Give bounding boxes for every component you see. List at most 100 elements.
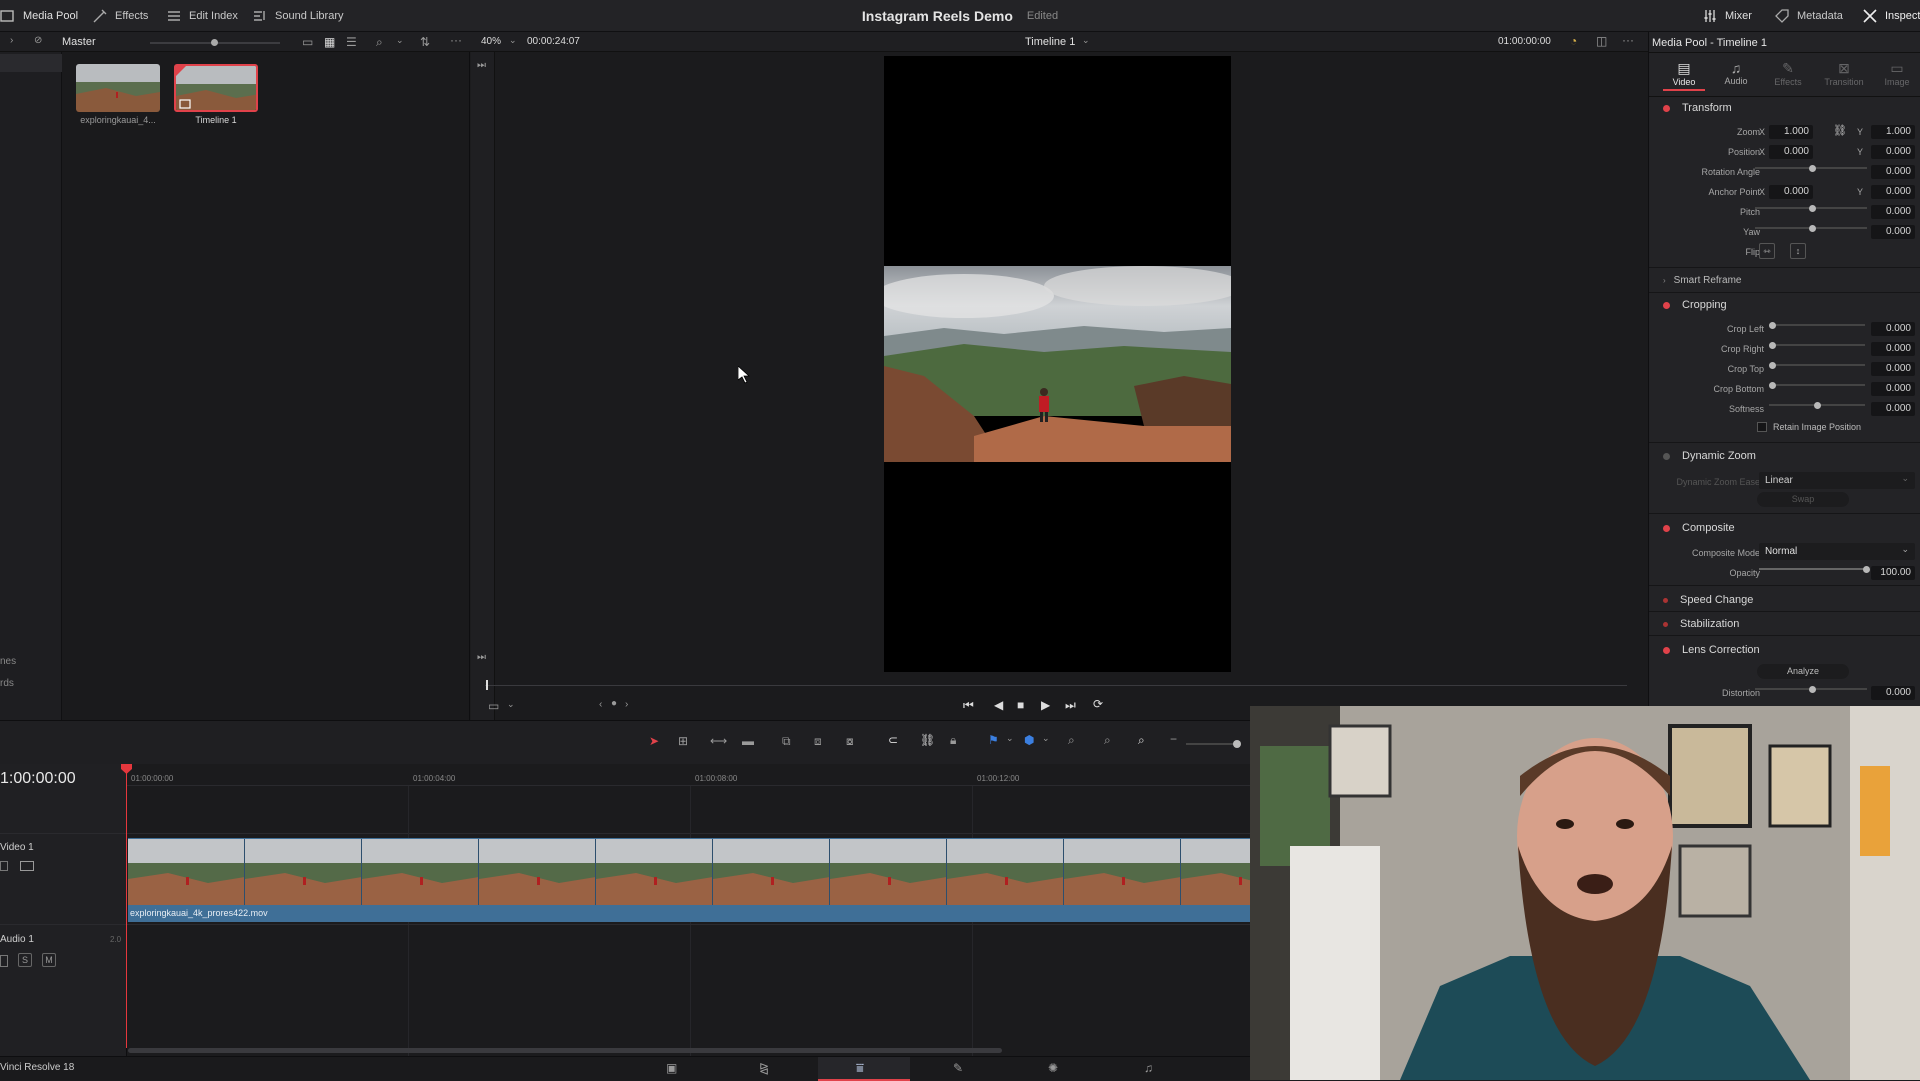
jump-to-end-icon[interactable]: ⏭ xyxy=(477,652,486,663)
solo-button[interactable]: S xyxy=(18,953,32,967)
transform-section[interactable]: Transform xyxy=(1649,96,1920,120)
timeline-selector[interactable]: Timeline 1 xyxy=(1025,36,1075,48)
flip-vertical-icon[interactable]: ↕ xyxy=(1790,243,1806,259)
composite-section[interactable]: Composite xyxy=(1649,516,1920,540)
zoom-detail-icon[interactable]: ⌕ xyxy=(1104,733,1111,748)
flag-icon[interactable]: ⚑ xyxy=(988,733,999,747)
stabilization-dot[interactable] xyxy=(1663,621,1668,627)
yaw-field[interactable]: 0.000 xyxy=(1871,225,1915,239)
edit-index-button[interactable]: Edit Index xyxy=(166,0,238,32)
video-clip[interactable]: exploringkauai_4k_prores422.mov xyxy=(128,838,1250,922)
timeline-chevron-icon[interactable]: ⌄ xyxy=(1082,35,1090,46)
trim-tool-icon[interactable]: ⊞ xyxy=(678,734,688,748)
linked-selection-icon[interactable]: ⛓ xyxy=(920,733,935,747)
insert-clip-icon[interactable]: ⧉ xyxy=(782,734,791,749)
distortion-field[interactable]: 0.000 xyxy=(1871,686,1915,700)
mute-button[interactable]: M xyxy=(42,953,56,967)
lens-correction-enable-dot[interactable] xyxy=(1663,646,1670,654)
zoom-x-field[interactable]: 1.000 xyxy=(1769,125,1813,139)
track-lock-icon[interactable] xyxy=(0,861,8,871)
viewer-more-icon[interactable]: ··· xyxy=(1622,33,1634,47)
selection-tool-icon[interactable]: ➤ xyxy=(649,734,659,748)
jump-to-start-icon[interactable]: ⏭ xyxy=(477,60,486,71)
crop-right-field[interactable]: 0.000 xyxy=(1871,342,1915,356)
opacity-field[interactable]: 100.00 xyxy=(1871,566,1915,580)
softness-slider[interactable] xyxy=(1769,395,1865,415)
chevron-right-icon[interactable]: › xyxy=(10,35,13,46)
marker-icon[interactable]: ⬢ xyxy=(1024,733,1034,747)
timeline-scrollbar[interactable] xyxy=(128,1048,1002,1053)
media-page-icon[interactable]: ▣ xyxy=(666,1061,677,1075)
timeline-thumbnail[interactable] xyxy=(174,64,258,112)
marker-chevron-icon[interactable]: ⌄ xyxy=(1042,733,1050,744)
edit-page-tab[interactable]: ⩸ xyxy=(818,1057,910,1081)
position-y-field[interactable]: 0.000 xyxy=(1871,145,1915,159)
loop-icon[interactable]: ⟳ xyxy=(1093,697,1103,711)
blade-tool-icon[interactable]: ▬ xyxy=(742,734,754,748)
fusion-page-icon[interactable]: ✎ xyxy=(953,1061,963,1075)
swap-button[interactable]: Swap xyxy=(1757,492,1849,507)
search-icon[interactable]: ⌕ xyxy=(376,35,383,50)
anchor-x-field[interactable]: 0.000 xyxy=(1769,185,1813,199)
grid-view-icon[interactable]: ▦ xyxy=(324,35,335,49)
stop-icon[interactable]: ■ xyxy=(1017,698,1024,712)
viewer-scrubber[interactable] xyxy=(485,685,1627,686)
sort-icon[interactable]: ⇅ xyxy=(420,35,430,49)
dynamic-zoom-section[interactable]: Dynamic Zoom xyxy=(1649,444,1920,468)
crop-top-field[interactable]: 0.000 xyxy=(1871,362,1915,376)
rotation-slider[interactable] xyxy=(1755,158,1867,178)
safe-area-chevron-icon[interactable]: ⌄ xyxy=(507,699,515,710)
jog-center-icon[interactable]: ● xyxy=(611,698,617,709)
rotation-field[interactable]: 0.000 xyxy=(1871,165,1915,179)
timeline-zoom-knob[interactable] xyxy=(1233,740,1241,748)
track-video-icon[interactable] xyxy=(20,861,34,871)
replace-clip-icon[interactable]: ⧇ xyxy=(846,734,854,749)
mixer-button[interactable]: Mixer xyxy=(1702,0,1752,32)
cropping-enable-dot[interactable] xyxy=(1663,301,1670,309)
strip-view-icon[interactable]: ▭ xyxy=(302,35,313,49)
transform-enable-dot[interactable] xyxy=(1663,104,1670,112)
link-icon[interactable]: ⛓ xyxy=(1833,124,1847,137)
composite-enable-dot[interactable] xyxy=(1663,524,1670,532)
timeline-ruler[interactable]: 01:00:00:00 01:00:04:00 01:00:08:00 01:0… xyxy=(127,764,1250,786)
lock-icon[interactable]: 🔒︎ xyxy=(950,733,956,748)
tab-video[interactable]: ▤ Video xyxy=(1663,60,1705,91)
zoom-y-field[interactable]: 1.000 xyxy=(1871,125,1915,139)
jog-right-icon[interactable]: › xyxy=(625,699,628,710)
dynamic-trim-icon[interactable]: ⟷ xyxy=(710,734,727,748)
color-icon[interactable]: ◔ xyxy=(1570,34,1577,48)
snapping-icon[interactable]: ⊂ xyxy=(888,733,898,747)
bin-list-item-smart-bins[interactable]: rds xyxy=(0,678,14,689)
jog-left-icon[interactable]: ‹ xyxy=(599,699,602,710)
media-pool-button[interactable]: Media Pool xyxy=(0,0,78,32)
cut-page-icon[interactable]: ⧎ xyxy=(759,1061,769,1075)
tab-image[interactable]: ▭ Image xyxy=(1875,60,1919,87)
yaw-slider[interactable] xyxy=(1755,218,1867,238)
crop-top-slider[interactable] xyxy=(1769,355,1865,375)
bin-list-item-timelines[interactable]: nes xyxy=(0,656,16,667)
zoom-custom-icon[interactable]: ⌕ xyxy=(1138,733,1145,748)
opacity-slider[interactable] xyxy=(1759,559,1870,579)
effects-button[interactable]: Effects xyxy=(92,0,148,32)
dynamic-zoom-ease-select[interactable]: Linear ⌄ xyxy=(1759,472,1915,489)
audio-lock-icon[interactable] xyxy=(0,955,8,967)
stabilization-section[interactable]: Stabilization xyxy=(1649,612,1920,636)
crop-right-slider[interactable] xyxy=(1769,335,1865,355)
zoom-chevron-icon[interactable]: ⌄ xyxy=(509,35,517,46)
timeline-zoom-slider[interactable] xyxy=(1186,743,1236,745)
tab-audio[interactable]: ♫ Audio xyxy=(1715,60,1757,86)
tab-effects[interactable]: ✎ Effects xyxy=(1767,60,1809,87)
anchor-y-field[interactable]: 0.000 xyxy=(1871,185,1915,199)
chevron-down-icon[interactable]: ⌄ xyxy=(396,35,404,46)
zoom-full-icon[interactable]: ⌕ xyxy=(1068,733,1075,748)
pitch-field[interactable]: 0.000 xyxy=(1871,205,1915,219)
crop-bottom-field[interactable]: 0.000 xyxy=(1871,382,1915,396)
analyze-button[interactable]: Analyze xyxy=(1757,664,1849,679)
flag-chevron-icon[interactable]: ⌄ xyxy=(1006,733,1014,744)
crop-bottom-slider[interactable] xyxy=(1769,375,1865,395)
flip-horizontal-icon[interactable]: ⇿ xyxy=(1759,243,1775,259)
color-page-icon[interactable]: ✺ xyxy=(1048,1061,1058,1075)
crop-left-slider[interactable] xyxy=(1769,315,1865,335)
fairlight-page-icon[interactable]: ♫ xyxy=(1144,1061,1153,1075)
metadata-button[interactable]: Metadata xyxy=(1774,0,1843,32)
